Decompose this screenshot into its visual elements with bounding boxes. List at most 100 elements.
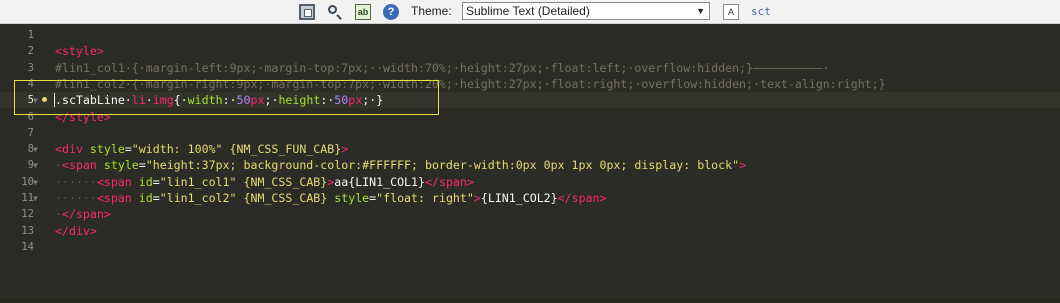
code-token: :· — [222, 93, 237, 108]
code-line[interactable]: 4 #lin1_col2·{·margin-right:9px;·margin-t… — [0, 76, 1060, 92]
code-line[interactable]: 12 ·</span> — [0, 206, 1060, 222]
code-text: ·</span> — [55, 206, 111, 222]
code-token: <span — [96, 174, 132, 189]
code-token: aa{LIN1_COL1} — [334, 174, 425, 189]
fullscreen-icon[interactable] — [299, 4, 315, 20]
line-number: 13 — [21, 224, 34, 237]
code-text: #lin1_col1·{·margin-left:9px;·margin-top… — [55, 60, 830, 76]
line-number: 3 — [27, 61, 34, 74]
code-token: </span> — [425, 174, 474, 189]
fold-arrow-icon[interactable]: ▼ — [33, 93, 38, 109]
line-number: 8 — [27, 143, 34, 156]
line-number: 6 — [27, 110, 34, 123]
code-token: </span> — [557, 191, 607, 205]
code-token: {NM_CSS_FUN_CAB} — [229, 142, 342, 157]
code-token: = — [152, 191, 160, 205]
code-token: = — [138, 158, 146, 173]
editor-toolbar: ab ? Theme: Sublime Text (Detailed) ▼ A … — [0, 0, 1060, 24]
code-token: > — [739, 158, 747, 173]
code-token: "width: 100%" — [131, 142, 223, 157]
code-text: </div> — [55, 223, 97, 239]
code-text: <style> — [55, 43, 104, 59]
font-size-icon[interactable]: A — [723, 4, 739, 20]
line-number: 14 — [21, 240, 34, 253]
code-line[interactable]: 8 ▼ <div style="width: 100%" {NM_CSS_FUN_C… — [0, 141, 1060, 157]
theme-select-value: Sublime Text (Detailed) — [466, 4, 590, 18]
code-token: </span> — [61, 207, 111, 222]
code-token: {· — [173, 93, 188, 108]
code-token: px — [348, 93, 363, 108]
code-line[interactable]: 6 </style> — [0, 109, 1060, 125]
help-icon[interactable]: ? — [383, 4, 399, 20]
code-token: {NM_CSS_CAB} — [243, 174, 328, 189]
code-editor[interactable]: 1 2 <style> 3 #lin1_col1·{·margin-left:9px;·… — [0, 24, 1060, 303]
code-token: img — [152, 93, 174, 108]
theme-select[interactable]: Sublime Text (Detailed) ▼ — [462, 2, 710, 20]
code-token: 50 — [236, 93, 251, 108]
code-line[interactable]: 1 — [0, 27, 1060, 43]
code-line[interactable]: 14 — [0, 239, 1060, 255]
code-token: = — [152, 174, 160, 189]
code-line[interactable]: 9 ▼ ·<span style="height:37px; background-… — [0, 157, 1060, 173]
code-token: :· — [320, 93, 335, 108]
code-token: li — [131, 93, 146, 108]
line-number: 11 — [21, 192, 34, 204]
line-number: 4 — [27, 77, 34, 90]
line-number: 5 — [27, 94, 34, 107]
fold-arrow-icon[interactable]: ▼ — [33, 142, 38, 158]
code-token: id — [138, 191, 153, 205]
code-token: </style> — [55, 109, 111, 124]
code-token: · — [145, 93, 153, 108]
code-text: ······<span id="lin1_col2" {NM_CSS_CAB} … — [55, 190, 607, 206]
line-number: 2 — [27, 45, 34, 58]
search-icon[interactable] — [327, 4, 343, 20]
code-text: ·<span style="height:37px; background-co… — [55, 157, 746, 173]
code-token: #lin1_col2·{·margin-right:9px;·margin-to… — [55, 76, 886, 91]
code-token: .scTabLine· — [55, 93, 132, 108]
code-token: id — [138, 174, 153, 189]
fold-arrow-icon[interactable]: ▼ — [33, 191, 38, 207]
fold-arrow-icon[interactable]: ▼ — [33, 175, 38, 191]
code-token: "lin1_col2" — [159, 191, 237, 205]
code-token: "float: right" — [376, 191, 474, 205]
code-token: {NM_CSS_CAB} — [243, 191, 328, 205]
code-line[interactable]: 7 — [0, 125, 1060, 141]
code-token: "height:37px; background-color:#FFFFFF; … — [145, 158, 740, 173]
line-number: 12 — [21, 208, 34, 221]
code-token: width — [187, 93, 223, 108]
code-token: · — [55, 158, 62, 173]
code-token: ······ — [55, 174, 97, 189]
sct-label[interactable]: sct — [751, 5, 771, 18]
code-line[interactable]: 10 ▼ ······<span id="lin1_col1" {NM_CSS_CA… — [0, 174, 1060, 190]
line-number: 1 — [27, 29, 34, 41]
theme-label: Theme: — [411, 4, 452, 18]
code-token: px — [250, 93, 265, 108]
code-token: · — [55, 207, 62, 222]
line-number: 10 — [21, 175, 34, 188]
fold-arrow-icon[interactable]: ▼ — [33, 158, 38, 174]
code-text: .scTabLine·li·img{·width:·50px;·height:·… — [55, 92, 383, 108]
code-text: #lin1_col2·{·margin-right:9px;·margin-to… — [55, 76, 886, 92]
code-token: = — [124, 142, 132, 157]
code-line[interactable]: 3 #lin1_col1·{·margin-left:9px;·margin-to… — [0, 60, 1060, 76]
horizontal-scrollbar[interactable] — [0, 298, 1060, 303]
code-line[interactable]: 5 ▼ .scTabLine·li·img{·width:·50px;·height… — [0, 92, 1060, 109]
code-token: ;· — [264, 93, 279, 108]
code-text: </style> — [55, 109, 111, 125]
code-token: > — [473, 191, 481, 205]
code-line[interactable]: 11 ▼ ······<span id="lin1_col2" {NM_CSS_CA… — [0, 190, 1060, 206]
code-token: height — [278, 93, 321, 108]
code-line[interactable]: 13 </div> — [0, 223, 1060, 239]
code-token: ······ — [55, 191, 97, 205]
code-token: <div — [55, 142, 83, 157]
replace-icon[interactable]: ab — [355, 4, 371, 20]
code-line[interactable]: 2 <style> — [0, 43, 1060, 59]
code-token: <span — [96, 191, 132, 205]
code-token: <style> — [55, 44, 104, 59]
